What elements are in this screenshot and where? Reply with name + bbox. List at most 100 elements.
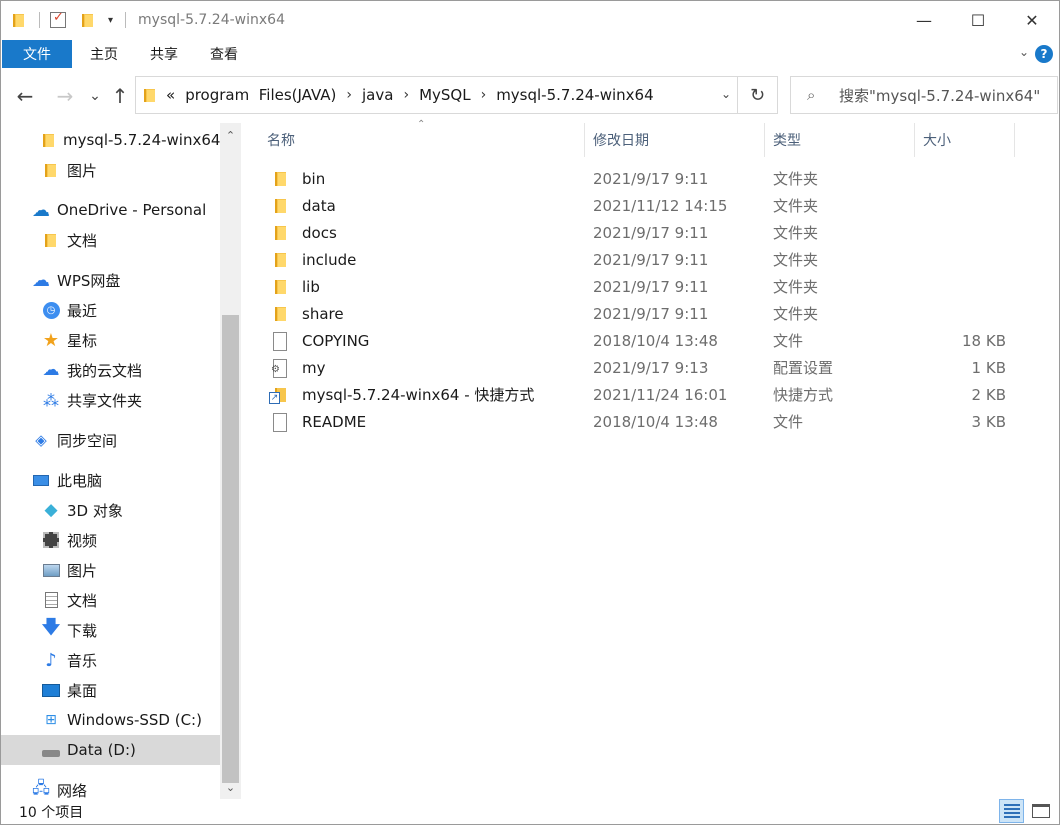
recent-locations-button[interactable]: ⌄ bbox=[85, 76, 105, 116]
file-type: 文件夹 bbox=[773, 197, 819, 215]
nav-item-pictures-quick[interactable]: 图片 bbox=[1, 155, 220, 185]
forward-button[interactable]: → bbox=[51, 76, 79, 116]
nav-item-shared-folder[interactable]: ⁂ 共享文件夹 bbox=[1, 385, 220, 415]
nav-item-sync-space[interactable]: ◈ 同步空间 bbox=[1, 425, 220, 455]
breadcrumb: « program Files(JAVA) › java › MySQL › m… bbox=[166, 86, 654, 104]
nav-item-documents[interactable]: 文档 bbox=[1, 585, 220, 615]
file-name[interactable]: mysql-5.7.24-winx64 - 快捷方式 bbox=[269, 381, 535, 408]
file-name[interactable]: lib bbox=[271, 273, 320, 300]
breadcrumb-item[interactable]: java bbox=[362, 86, 393, 104]
up-button[interactable]: ↑ bbox=[107, 76, 133, 116]
nav-item-music[interactable]: ♪ 音乐 bbox=[1, 645, 220, 675]
tab-share[interactable]: 共享 bbox=[134, 40, 194, 68]
file-row[interactable]: docs 2021/9/17 9:11 文件夹 bbox=[263, 219, 1023, 246]
file-row[interactable]: mysql-5.7.24-winx64 - 快捷方式 2021/11/24 16:… bbox=[263, 381, 1023, 408]
tab-view[interactable]: 查看 bbox=[194, 40, 254, 68]
column-header-type[interactable]: 类型 bbox=[765, 123, 915, 157]
nav-item-downloads[interactable]: 🡇 下载 bbox=[1, 615, 220, 645]
scrollbar-thumb[interactable] bbox=[222, 315, 239, 783]
file-name[interactable]: README bbox=[271, 408, 366, 435]
folder-icon bbox=[271, 198, 289, 214]
file-row[interactable]: README 2018/10/4 13:48 文件 3 KB bbox=[263, 408, 1023, 435]
details-view-button[interactable] bbox=[999, 799, 1024, 823]
nav-item-onedrive[interactable]: ☁ OneDrive - Personal bbox=[1, 195, 220, 225]
address-bar[interactable]: « program Files(JAVA) › java › MySQL › m… bbox=[135, 76, 778, 114]
column-header-size[interactable]: 大小 bbox=[915, 123, 1015, 157]
file-name[interactable]: share bbox=[271, 300, 344, 327]
breadcrumb-overflow[interactable]: « bbox=[166, 86, 175, 104]
file-row[interactable]: COPYING 2018/10/4 13:48 文件 18 KB bbox=[263, 327, 1023, 354]
file-size: 1 KB bbox=[971, 358, 1006, 377]
scroll-up-icon[interactable]: ⌃ bbox=[220, 125, 241, 145]
file-row[interactable]: include 2021/9/17 9:11 文件夹 bbox=[263, 246, 1023, 273]
nav-item-recent[interactable]: ◷ 最近 bbox=[1, 295, 220, 325]
nav-item-cloud-docs[interactable]: ☁ 我的云文档 bbox=[1, 355, 220, 385]
file-name-label: lib bbox=[302, 277, 320, 296]
nav-item-3d-objects[interactable]: ◆ 3D 对象 bbox=[1, 495, 220, 525]
search-icon: ⌕ bbox=[807, 86, 816, 104]
folder-icon bbox=[271, 171, 289, 187]
nav-item-label: 文档 bbox=[67, 231, 98, 250]
breadcrumb-separator-icon[interactable]: › bbox=[403, 87, 409, 103]
file-date: 2021/11/24 16:01 bbox=[593, 385, 728, 404]
nav-item-drive-c[interactable]: ⊞ Windows-SSD (C:) bbox=[1, 705, 220, 735]
column-header-name[interactable]: 名称 bbox=[259, 123, 585, 157]
nav-item-this-pc[interactable]: 此电脑 bbox=[1, 465, 220, 495]
nav-item-wps-drive[interactable]: ☁ WPS网盘 bbox=[1, 265, 220, 295]
search-input[interactable]: 搜索"mysql-5.7.24-winx64" bbox=[839, 85, 1040, 106]
file-name-label: COPYING bbox=[302, 331, 370, 350]
folder-icon[interactable] bbox=[11, 13, 27, 27]
file-name[interactable]: COPYING bbox=[271, 327, 369, 354]
nav-item-network[interactable]: 🖧 网络 bbox=[1, 775, 220, 800]
breadcrumb-separator-icon[interactable]: › bbox=[481, 87, 487, 103]
breadcrumb-item[interactable]: MySQL bbox=[419, 86, 471, 104]
properties-icon[interactable] bbox=[50, 10, 66, 28]
back-button[interactable]: ← bbox=[11, 76, 39, 116]
nav-item-drive-d[interactable]: Data (D:) bbox=[1, 735, 220, 765]
tab-file[interactable]: 文件 bbox=[2, 40, 72, 68]
maximize-button[interactable]: ☐ bbox=[951, 1, 1005, 39]
new-folder-icon[interactable] bbox=[80, 13, 96, 27]
file-name[interactable]: bin bbox=[271, 165, 325, 192]
nav-item-label: 下载 bbox=[67, 621, 98, 640]
file-row[interactable]: data 2021/11/12 14:15 文件夹 bbox=[263, 192, 1023, 219]
nav-pane-scrollbar[interactable]: ⌃ ⌄ bbox=[220, 123, 241, 799]
search-box[interactable]: ⌕ 搜索"mysql-5.7.24-winx64" bbox=[790, 76, 1058, 114]
file-type: 文件 bbox=[773, 413, 804, 431]
file-row[interactable]: share 2021/9/17 9:11 文件夹 bbox=[263, 300, 1023, 327]
nav-item-label: 图片 bbox=[67, 561, 98, 580]
file-name[interactable]: data bbox=[271, 192, 336, 219]
breadcrumb-item[interactable]: program Files(JAVA) bbox=[185, 86, 336, 104]
refresh-button[interactable]: ↻ bbox=[737, 77, 777, 113]
nav-item-desktop[interactable]: 桌面 bbox=[1, 675, 220, 705]
nav-item-onedrive-docs[interactable]: 文档 bbox=[1, 225, 220, 255]
file-name[interactable]: my bbox=[271, 354, 326, 381]
file-row[interactable]: lib 2021/9/17 9:11 文件夹 bbox=[263, 273, 1023, 300]
file-name-label: mysql-5.7.24-winx64 - 快捷方式 bbox=[302, 386, 535, 404]
address-history-chevron-icon[interactable]: ⌄ bbox=[721, 87, 731, 101]
expand-ribbon-chevron-icon[interactable]: ⌄ bbox=[1019, 45, 1029, 59]
minimize-button[interactable]: — bbox=[897, 1, 951, 39]
file-name-label: share bbox=[302, 304, 344, 323]
breadcrumb-item[interactable]: mysql-5.7.24-winx64 bbox=[496, 86, 653, 104]
file-size bbox=[923, 165, 1006, 192]
nav-item-pictures[interactable]: 图片 bbox=[1, 555, 220, 585]
nav-item-videos[interactable]: 视频 bbox=[1, 525, 220, 555]
nav-item-mysql-folder[interactable]: mysql-5.7.24-winx64 bbox=[1, 125, 220, 155]
picture-icon bbox=[41, 561, 61, 579]
customize-toolbar-dropdown-icon[interactable]: ▾ bbox=[108, 15, 113, 26]
breadcrumb-separator-icon[interactable]: › bbox=[346, 87, 352, 103]
large-icons-view-button[interactable] bbox=[1028, 799, 1053, 823]
star-icon: ★ bbox=[42, 329, 60, 351]
file-row[interactable]: bin 2021/9/17 9:11 文件夹 bbox=[263, 165, 1023, 192]
file-row[interactable]: my 2021/9/17 9:13 配置设置 1 KB bbox=[263, 354, 1023, 381]
navigation-pane: mysql-5.7.24-winx64 图片 ☁ OneDrive - Pers… bbox=[1, 123, 241, 799]
file-name[interactable]: include bbox=[271, 246, 356, 273]
close-button[interactable]: ✕ bbox=[1005, 1, 1059, 39]
column-header-date[interactable]: 修改日期 bbox=[585, 123, 765, 157]
nav-item-starred[interactable]: ★ 星标 bbox=[1, 325, 220, 355]
scroll-down-icon[interactable]: ⌄ bbox=[220, 777, 241, 797]
help-icon[interactable]: ? bbox=[1035, 45, 1053, 63]
tab-home[interactable]: 主页 bbox=[74, 40, 134, 68]
file-name[interactable]: docs bbox=[271, 219, 337, 246]
